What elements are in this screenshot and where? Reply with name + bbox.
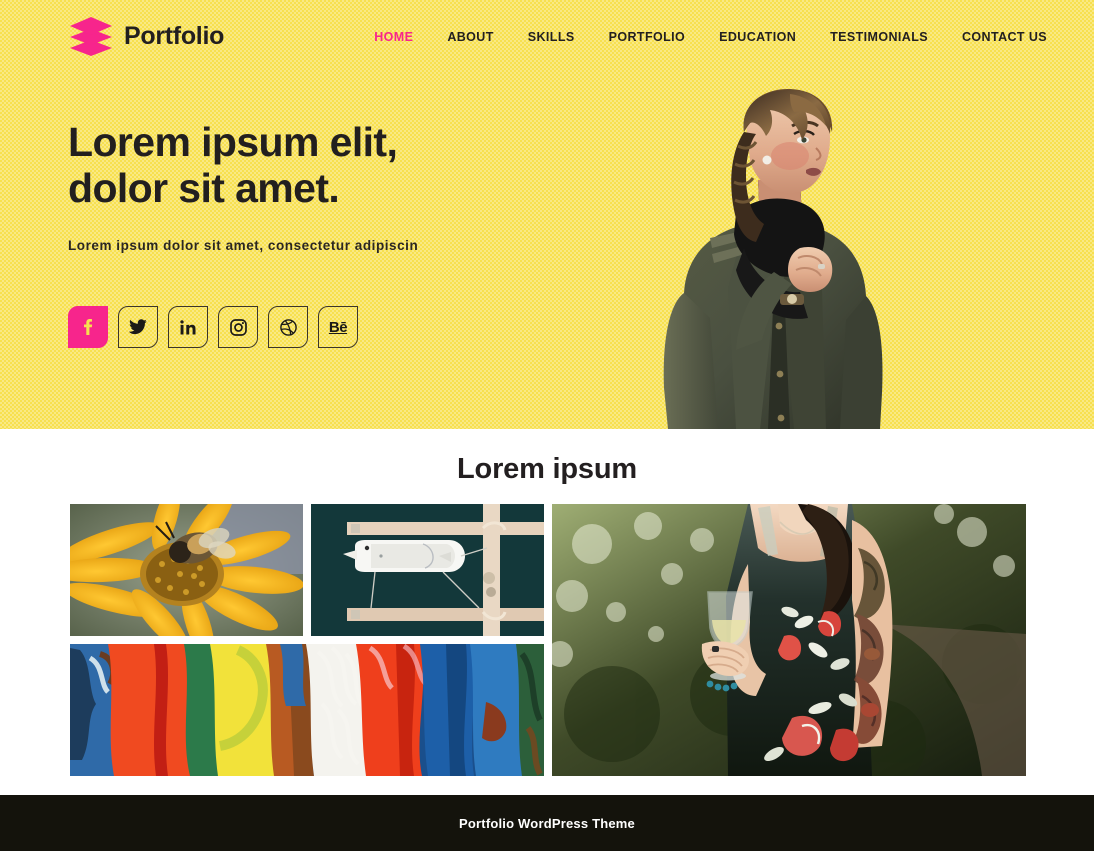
nav-item-skills[interactable]: SKILLS: [511, 26, 592, 48]
nav-item-home[interactable]: HOME: [357, 26, 430, 48]
logo-text: Portfolio: [124, 21, 225, 50]
instagram-icon: [229, 318, 247, 336]
gallery-item-abstract-paint[interactable]: [70, 644, 544, 776]
portfolio-section: Lorem ipsum: [0, 429, 1094, 795]
nav-item-education[interactable]: EDUCATION: [702, 26, 813, 48]
social-link-instagram[interactable]: [218, 306, 258, 348]
aerial-boat-image: [311, 504, 544, 636]
hero-title-line-1: Lorem ipsum elit,: [68, 119, 398, 165]
social-link-behance[interactable]: Bē: [318, 306, 358, 348]
bee-flower-image: [70, 504, 303, 636]
section-title: Lorem ipsum: [457, 453, 637, 485]
abstract-paint-image: [70, 644, 544, 776]
behance-icon: Bē: [328, 318, 348, 336]
hero-portrait-illustration: [663, 88, 883, 429]
nav-item-about[interactable]: ABOUT: [430, 26, 510, 48]
stacked-layers-icon: [70, 17, 112, 56]
hero-title-line-2: dolor sit amet.: [68, 164, 340, 211]
twitter-icon: [129, 319, 147, 335]
hero-section: Portfolio HOME ABOUT SKILLS PORTFOLIO ED…: [0, 0, 1094, 429]
social-link-dribbble[interactable]: [268, 306, 308, 348]
tattooed-woman-image: [552, 504, 1026, 776]
gallery-item-tattooed-woman-wine[interactable]: [552, 504, 1026, 776]
social-links: Bē: [68, 306, 358, 348]
site-header: Portfolio HOME ABOUT SKILLS PORTFOLIO ED…: [0, 0, 1094, 72]
site-footer: Portfolio WordPress Theme: [0, 795, 1094, 851]
gallery-item-bee-on-yellow-flower[interactable]: [70, 504, 303, 636]
gallery-left-top-row: [70, 504, 544, 636]
facebook-icon: [84, 319, 93, 335]
nav-item-portfolio[interactable]: PORTFOLIO: [592, 26, 703, 48]
nav-item-contact-us[interactable]: CONTACT US: [945, 26, 1064, 48]
portfolio-gallery: [70, 504, 1026, 776]
main-navigation: HOME ABOUT SKILLS PORTFOLIO EDUCATION TE…: [357, 26, 1064, 48]
social-link-facebook[interactable]: [68, 306, 108, 348]
hero-portrait-image: [640, 88, 910, 429]
footer-text: Portfolio WordPress Theme: [459, 815, 635, 831]
nav-item-testimonials[interactable]: TESTIMONIALS: [813, 26, 945, 48]
social-link-linkedin[interactable]: [168, 306, 208, 348]
gallery-item-aerial-boat-dock[interactable]: [311, 504, 544, 636]
hero-subtitle: Lorem ipsum dolor sit amet, consectetur …: [68, 237, 419, 253]
hero-copy: Lorem ipsum elit, dolor sit amet. Lorem …: [68, 119, 419, 253]
dribbble-icon: [279, 318, 297, 336]
hero-title: Lorem ipsum elit, dolor sit amet.: [68, 119, 418, 212]
social-link-twitter[interactable]: [118, 306, 158, 348]
page-root: Portfolio HOME ABOUT SKILLS PORTFOLIO ED…: [0, 0, 1094, 851]
gallery-left-column: [70, 504, 544, 776]
linkedin-icon: [180, 320, 196, 335]
site-logo[interactable]: Portfolio: [68, 14, 224, 58]
